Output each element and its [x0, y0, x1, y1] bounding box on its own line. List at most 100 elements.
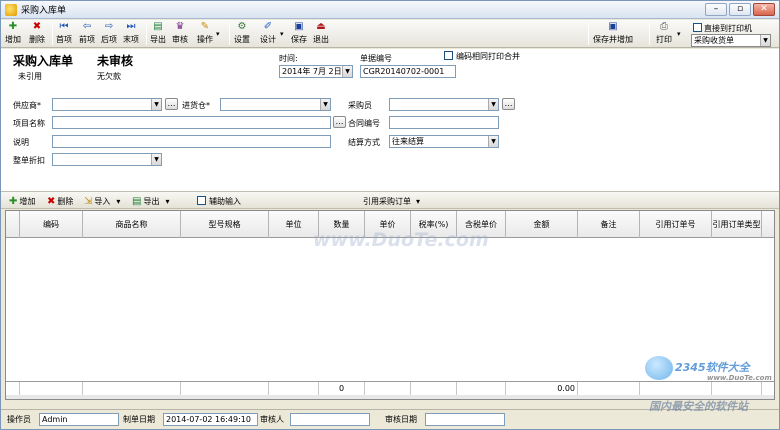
column-header[interactable]: 单位: [269, 211, 319, 238]
supplier-select[interactable]: ▼: [52, 98, 162, 111]
project-browse-button[interactable]: …: [333, 116, 346, 128]
first-button[interactable]: ⏮ 首项: [56, 21, 72, 47]
add-icon: ✚: [8, 21, 18, 32]
audit-status: 未审核: [97, 54, 134, 68]
column-header[interactable]: 商品名称: [83, 211, 181, 238]
column-header[interactable]: 金额: [506, 211, 578, 238]
column-header[interactable]: 引用订单号: [640, 211, 712, 238]
buyer-browse-button[interactable]: …: [502, 98, 515, 110]
design-button[interactable]: ✐ 设计: [260, 21, 276, 47]
discount-label: 整单折扣: [13, 156, 45, 165]
merge-print-checkbox[interactable]: [444, 51, 453, 60]
supplier-browse-button[interactable]: …: [165, 98, 178, 110]
save-add-icon: ▣: [608, 21, 618, 32]
grid-export-button[interactable]: ▤ 导出 ▾: [132, 194, 169, 208]
watermark-brand: 2345软件大全: [675, 361, 750, 374]
export-button[interactable]: ▤ 导出: [150, 21, 166, 47]
contract-field[interactable]: [389, 116, 499, 129]
chevron-down-icon: ▼: [151, 154, 161, 165]
doc-no-label: 单据编号: [360, 54, 392, 63]
next-icon: ⇨: [104, 21, 114, 32]
merge-print-label: 编码相同打印合并: [456, 52, 520, 61]
grid-delete-button[interactable]: ✖ 删除: [47, 194, 73, 208]
grid-import-button[interactable]: ⇲ 导入 ▾: [84, 194, 120, 208]
close-button[interactable]: ✕: [753, 3, 775, 16]
audit-icon: ♛: [175, 21, 185, 32]
save-button[interactable]: ▣ 保存: [291, 21, 307, 47]
time-label: 时间:: [279, 54, 298, 63]
settle-label: 结算方式: [348, 138, 380, 147]
add-icon: ✚: [9, 195, 18, 207]
brand-logo-icon: [645, 356, 673, 380]
main-toolbar: ✚ 增加 ✖ 删除 ⏮ 首项 ⇦ 前项 ⇨ 后项 ⏭ 末项 ▤ 导出 ♛ 审核 ✎ 操作 ▾ ⚙ 设…: [1, 20, 779, 48]
auditor-field: [290, 413, 370, 426]
operate-icon: ✎: [200, 21, 210, 32]
row-indicator-header: [6, 211, 20, 238]
buyer-label: 采购员: [348, 101, 372, 110]
direct-print-checkbox[interactable]: [693, 23, 702, 32]
exit-icon: ⏏: [316, 21, 326, 32]
direct-print-label: 直接到打印机: [704, 24, 752, 33]
watermark-site: www.DuoTe.com: [313, 229, 489, 251]
column-header[interactable]: 编码: [20, 211, 83, 238]
settings-icon: ⚙: [237, 21, 247, 32]
last-icon: ⏭: [126, 21, 136, 32]
delete-button[interactable]: ✖ 删除: [29, 21, 45, 47]
ref-status: 未引用: [18, 72, 42, 81]
prev-icon: ⇦: [82, 21, 92, 32]
export-icon: ▤: [132, 195, 142, 207]
print-button[interactable]: ⎙ 打印: [656, 21, 672, 47]
column-header[interactable]: 备注: [578, 211, 640, 238]
footer-amount-total: 0.00: [506, 382, 578, 395]
operator-field: Admin: [39, 413, 119, 426]
note-label: 说明: [13, 138, 29, 147]
audit-button[interactable]: ♛ 审核: [172, 21, 188, 47]
chevron-down-icon: ▼: [320, 99, 330, 110]
project-label: 项目名称: [13, 119, 45, 128]
save-and-add-button[interactable]: ▣ 保存并增加: [593, 21, 633, 47]
operate-button[interactable]: ✎ 操作: [197, 21, 213, 47]
prev-button[interactable]: ⇦ 前项: [79, 21, 95, 47]
form-area: 采购入库单 未审核 未引用 无欠款 时间: 2014年 7月 2日 ▼ 单据编号 …: [1, 49, 779, 191]
chevron-down-icon: ▼: [342, 66, 352, 77]
settle-select[interactable]: 往来结算 ▼: [389, 135, 499, 148]
add-button[interactable]: ✚ 增加: [5, 21, 21, 47]
chevron-down-icon: ▼: [151, 99, 161, 110]
warehouse-select[interactable]: ▼: [220, 98, 331, 111]
buyer-select[interactable]: ▼: [389, 98, 499, 111]
footer-qty-total: 0: [319, 382, 365, 395]
audit-date-label: 审核日期: [385, 415, 417, 424]
ref-order-button[interactable]: 引用采购订单 ▾: [363, 194, 420, 208]
grid-footer: 0 0.00: [6, 381, 774, 395]
print-template-select[interactable]: 采购收货单 ▼: [691, 34, 771, 47]
watermark-slogan: 国内最安全的软件站: [649, 400, 748, 413]
first-icon: ⏮: [59, 21, 69, 32]
chevron-down-icon: ▼: [488, 136, 498, 147]
discount-select[interactable]: ▼: [52, 153, 162, 166]
restore-button[interactable]: ▫: [729, 3, 751, 16]
note-field[interactable]: [52, 135, 331, 148]
minimize-button[interactable]: –: [705, 3, 727, 16]
chevron-down-icon: ▼: [488, 99, 498, 110]
chevron-down-icon: ▾: [416, 196, 421, 206]
exit-button[interactable]: ⏏ 退出: [313, 21, 329, 47]
project-field[interactable]: [52, 116, 331, 129]
doc-no-field[interactable]: CGR20140702-0001: [360, 65, 456, 78]
next-button[interactable]: ⇨ 后项: [101, 21, 117, 47]
assist-input-checkbox[interactable]: [197, 196, 206, 205]
column-header[interactable]: 引用订单类型: [712, 211, 762, 238]
doc-title: 采购入库单: [13, 54, 74, 68]
app-icon: [5, 3, 17, 16]
warehouse-label: 进货仓*: [182, 101, 210, 110]
make-date-label: 制单日期: [123, 415, 155, 424]
watermark-brand-url: www.DuoTe.com: [707, 374, 772, 382]
date-picker[interactable]: 2014年 7月 2日 ▼: [279, 65, 353, 78]
grid-add-button[interactable]: ✚ 增加: [9, 194, 35, 208]
design-icon: ✐: [263, 21, 273, 32]
settings-button[interactable]: ⚙ 设置: [234, 21, 250, 47]
column-header[interactable]: 型号规格: [181, 211, 269, 238]
last-button[interactable]: ⏭ 末项: [123, 21, 139, 47]
operator-label: 操作员: [7, 415, 31, 424]
delete-icon: ✖: [47, 195, 56, 207]
delete-icon: ✖: [32, 21, 42, 32]
